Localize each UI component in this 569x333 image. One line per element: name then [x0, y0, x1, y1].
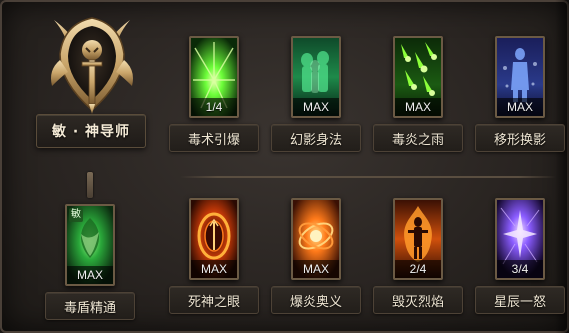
skill-death-eye[interactable]: MAX 死神之眼	[168, 198, 260, 314]
row-divider	[180, 176, 556, 178]
skill-card[interactable]: MAX	[495, 36, 545, 118]
skill-level: 1/4	[191, 98, 237, 116]
skill-card[interactable]: MAX	[291, 36, 341, 118]
skill-shadow-shift[interactable]: MAX 移形换影	[474, 36, 566, 152]
class-title: 敏 · 神导师	[51, 124, 131, 140]
skill-level: MAX	[191, 260, 237, 278]
skill-name: 移形换影	[493, 132, 546, 148]
skill-card[interactable]: 1/4	[189, 36, 239, 118]
skill-card[interactable]: MAX	[189, 198, 239, 280]
tree-connector	[87, 172, 93, 198]
skill-name-plate: 幻影身法	[271, 124, 361, 152]
skill-card[interactable]: MAX	[291, 198, 341, 280]
skill-name: 毒盾精通	[63, 300, 116, 316]
class-emblem-icon	[44, 10, 140, 118]
skill-name-plate: 死神之眼	[169, 286, 259, 314]
skill-name-plate: 毒炎之雨	[373, 124, 463, 152]
skill-name-plate: 爆炎奥义	[271, 286, 361, 314]
skill-level: MAX	[497, 98, 543, 116]
skill-name-plate: 毒术引爆	[169, 124, 259, 152]
skill-name-plate: 毁灭烈焰	[373, 286, 463, 314]
skill-name: 星辰一怒	[493, 294, 546, 310]
passive-badge: 敏	[69, 208, 83, 222]
passive-skill[interactable]: 敏 MAX 毒盾精通	[44, 204, 136, 320]
skill-card[interactable]: 2/4	[393, 198, 443, 280]
skill-level: MAX	[67, 266, 113, 284]
skill-name: 毁灭烈焰	[391, 294, 444, 310]
skill-phantom-step[interactable]: MAX 幻影身法	[270, 36, 362, 152]
skill-level: MAX	[293, 260, 339, 278]
skill-name: 爆炎奥义	[289, 294, 342, 310]
skill-level: MAX	[293, 98, 339, 116]
skill-star-wrath[interactable]: 3/4 星辰一怒	[474, 198, 566, 314]
skill-card[interactable]: 3/4	[495, 198, 545, 280]
skill-blast-flame[interactable]: MAX 爆炎奥义	[270, 198, 362, 314]
skill-name-plate: 毒盾精通	[45, 292, 135, 320]
skill-poison-burst[interactable]: 1/4 毒术引爆	[168, 36, 260, 152]
skill-name: 毒术引爆	[187, 132, 240, 148]
skill-card[interactable]: 敏 MAX	[65, 204, 115, 286]
skill-card[interactable]: MAX	[393, 36, 443, 118]
skill-name: 死神之眼	[187, 294, 240, 310]
skill-name-plate: 星辰一怒	[475, 286, 565, 314]
skill-level: 3/4	[497, 260, 543, 278]
skill-level: MAX	[395, 98, 441, 116]
skill-name: 毒炎之雨	[391, 132, 444, 148]
class-title-plate: 敏 · 神导师	[36, 114, 146, 148]
skill-doom-flame[interactable]: 2/4 毁灭烈焰	[372, 198, 464, 314]
skill-level: 2/4	[395, 260, 441, 278]
skill-toxic-rain[interactable]: MAX 毒炎之雨	[372, 36, 464, 152]
skill-name: 幻影身法	[289, 132, 342, 148]
skill-panel: 敏 · 神导师 敏 MAX 毒盾精通 1/4 毒术引爆 MAX 幻影身法 MAX…	[0, 0, 569, 333]
skill-name-plate: 移形换影	[475, 124, 565, 152]
